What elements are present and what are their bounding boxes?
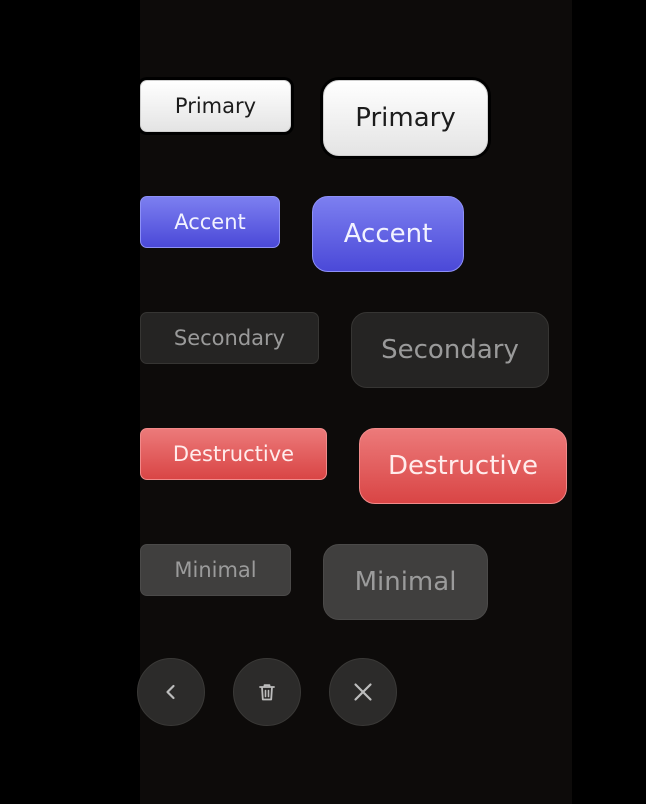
trash-icon <box>259 684 275 701</box>
secondary-button-large[interactable]: Secondary <box>351 312 549 388</box>
destructive-button-large[interactable]: Destructive <box>359 428 567 504</box>
back-button[interactable] <box>137 658 205 726</box>
primary-button-small[interactable]: Primary <box>140 80 291 132</box>
accent-button-small-label: Accent <box>174 210 246 234</box>
delete-button[interactable] <box>233 658 301 726</box>
close-button[interactable] <box>329 658 397 726</box>
destructive-button-small[interactable]: Destructive <box>140 428 327 480</box>
minimal-button-small-label: Minimal <box>174 558 257 582</box>
minimal-button-large-label: Minimal <box>354 567 457 597</box>
close-icon <box>354 683 372 701</box>
secondary-button-small[interactable]: Secondary <box>140 312 319 364</box>
secondary-button-large-label: Secondary <box>381 335 519 365</box>
accent-button-small[interactable]: Accent <box>140 196 280 248</box>
minimal-button-large[interactable]: Minimal <box>323 544 488 620</box>
accent-button-large-label: Accent <box>343 219 433 249</box>
primary-button-large-label: Primary <box>355 103 456 133</box>
primary-button-small-label: Primary <box>174 94 257 118</box>
minimal-button-small[interactable]: Minimal <box>140 544 291 596</box>
destructive-button-small-label: Destructive <box>172 442 295 466</box>
destructive-button-large-label: Destructive <box>387 451 539 481</box>
primary-button-large[interactable]: Primary <box>323 80 488 156</box>
chevron-left-icon <box>166 684 175 700</box>
accent-button-large[interactable]: Accent <box>312 196 464 272</box>
secondary-button-small-label: Secondary <box>173 326 286 350</box>
